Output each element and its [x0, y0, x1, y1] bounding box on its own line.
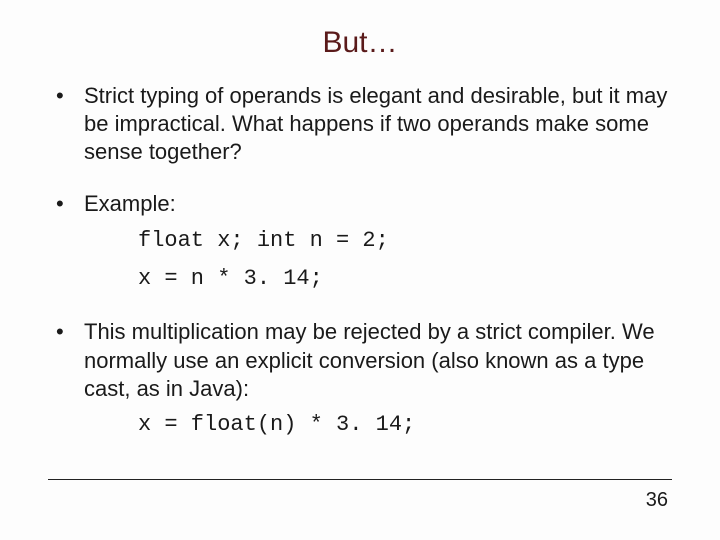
bullet-item: This multiplication may be rejected by a… [48, 318, 672, 440]
code-line: x = float(n) * 3. 14; [84, 409, 672, 441]
slide-title: But… [48, 26, 672, 60]
bullet-item: Example: float x; int n = 2; x = n * 3. … [48, 190, 672, 294]
bullet-text: Strict typing of operands is elegant and… [84, 83, 667, 164]
code-line: float x; int n = 2; [84, 225, 672, 257]
bullet-text: Example: [84, 191, 176, 216]
footer-rule [48, 479, 672, 480]
bullet-text: This multiplication may be rejected by a… [84, 319, 655, 400]
bullet-item: Strict typing of operands is elegant and… [48, 82, 672, 166]
slide: But… Strict typing of operands is elegan… [0, 0, 720, 540]
page-number: 36 [646, 489, 668, 512]
code-line: x = n * 3. 14; [84, 263, 672, 295]
bullet-list: Strict typing of operands is elegant and… [48, 82, 672, 441]
